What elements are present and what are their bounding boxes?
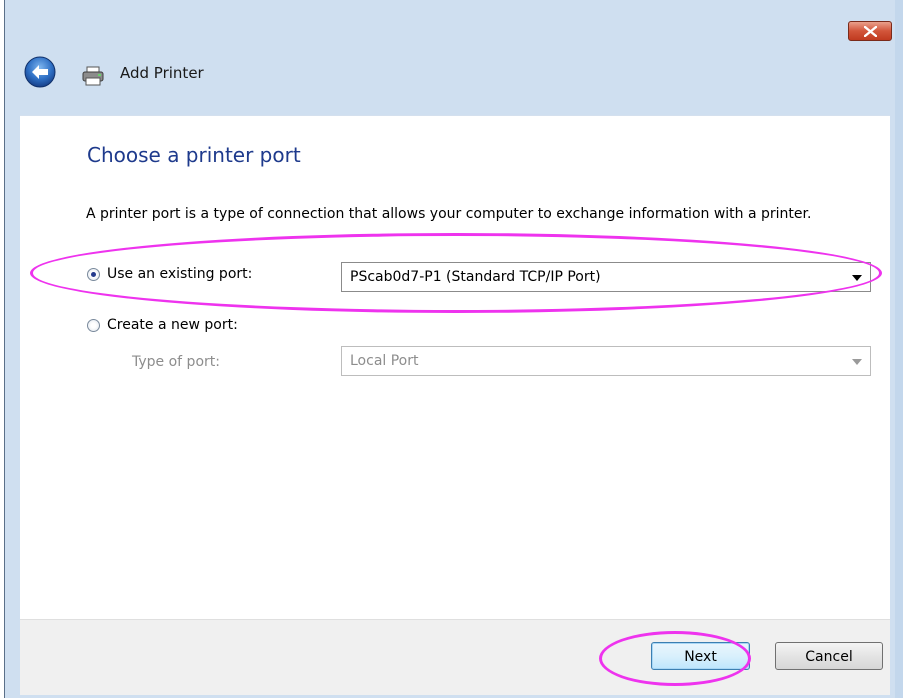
port-type-value: Local Port [350, 353, 419, 369]
create-new-port-radio[interactable] [87, 319, 100, 332]
cancel-button[interactable]: Cancel [775, 642, 883, 670]
use-existing-port-radio[interactable] [87, 268, 100, 281]
port-type-dropdown[interactable]: Local Port [341, 346, 871, 376]
type-of-port-label: Type of port: [132, 354, 220, 370]
close-icon [864, 26, 877, 37]
use-existing-port-label[interactable]: Use an existing port: [107, 266, 252, 282]
window-title: Add Printer [120, 64, 204, 82]
wizard-content-area [20, 115, 890, 695]
window-frame-right-edge [895, 0, 903, 698]
existing-port-value: PScab0d7-P1 (Standard TCP/IP Port) [350, 269, 601, 285]
create-new-port-label[interactable]: Create a new port: [107, 317, 238, 333]
existing-port-dropdown[interactable]: PScab0d7-P1 (Standard TCP/IP Port) [341, 262, 871, 292]
wizard-footer [20, 619, 890, 695]
page-title: Choose a printer port [87, 143, 301, 167]
printer-icon [82, 66, 104, 86]
back-button[interactable] [24, 56, 56, 88]
close-button[interactable] [848, 21, 892, 41]
chevron-down-icon [852, 275, 862, 281]
chevron-down-icon [852, 359, 862, 365]
intro-text: A printer port is a type of connection t… [86, 206, 812, 222]
next-button[interactable]: Next [651, 642, 750, 670]
